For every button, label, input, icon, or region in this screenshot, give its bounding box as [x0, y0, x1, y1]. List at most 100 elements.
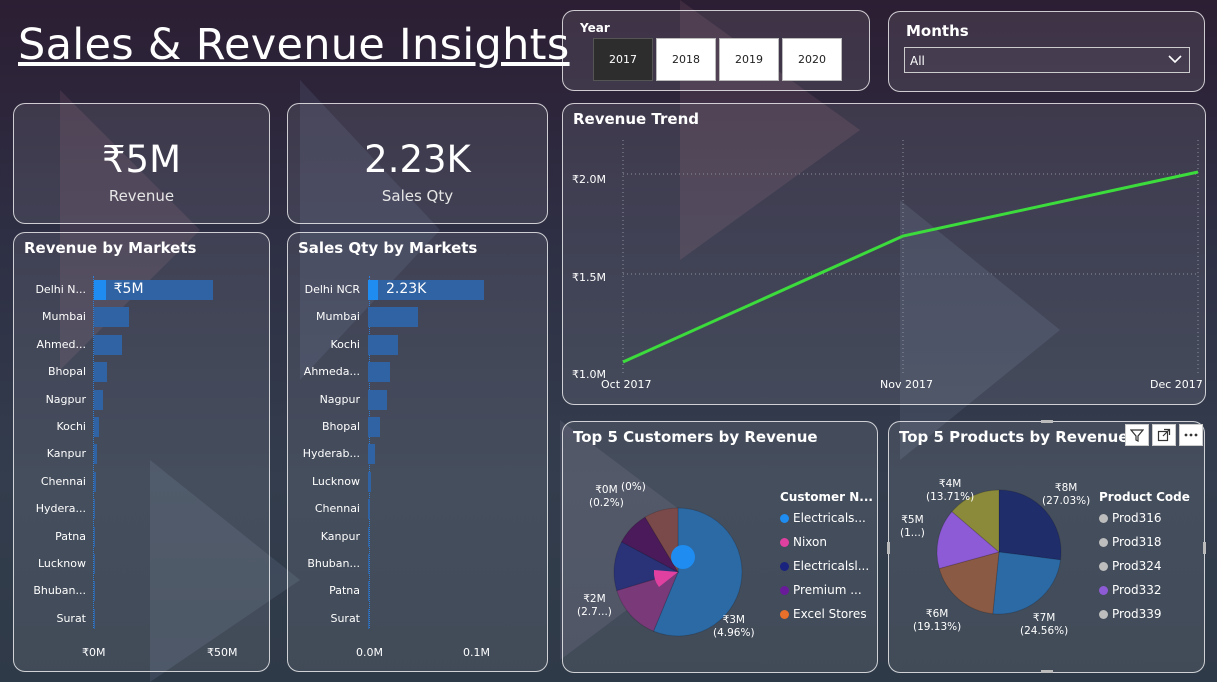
customer-legend-dot-electricals: [780, 513, 789, 523]
sales-qty-market-label: Lucknow: [311, 474, 360, 488]
filter-icon[interactable]: [1125, 424, 1149, 446]
product-pie-label-7m-value: ₹7M: [1032, 612, 1056, 624]
revenue-by-markets-card: Revenue by Markets ₹0M ₹50M Delhi N... ₹5…: [13, 232, 270, 672]
product-pie-label-8m-pct: (27.03%): [1042, 495, 1091, 507]
resize-handle-right[interactable]: [1203, 542, 1206, 554]
sales-qty-bar[interactable]: [368, 581, 369, 602]
sales-qty-bar[interactable]: [368, 334, 399, 355]
sales-qty-bar[interactable]: [368, 471, 372, 492]
focus-mode-icon[interactable]: [1152, 424, 1176, 446]
months-dropdown-value: All: [910, 54, 925, 68]
customer-legend-label-excel-stores: Excel Stores: [793, 607, 867, 621]
product-pie-label-7m: ₹7M (24.56%): [1020, 612, 1068, 638]
revenue-market-label: Bhuban...: [33, 584, 86, 598]
months-dropdown[interactable]: All: [904, 47, 1190, 73]
product-legend-item-prod318[interactable]: Prod318: [1099, 535, 1162, 549]
product-pie-label-4m: ₹4M (13.71%): [926, 478, 974, 504]
sales-qty-bar[interactable]: [368, 417, 380, 437]
product-legend-dot-prod318: [1099, 537, 1108, 547]
product-legend-label-prod318: Prod318: [1112, 535, 1162, 549]
product-legend-item-prod332[interactable]: Prod332: [1099, 583, 1162, 597]
revenue-bar[interactable]: [94, 362, 107, 383]
product-legend-title: Product Code: [1099, 490, 1190, 504]
product-pie-label-8m-value: ₹8M: [1054, 482, 1078, 494]
revenue-market-label: Patna: [55, 529, 86, 543]
sales-qty-market-label: Chennai: [314, 502, 360, 516]
sales-qty-bar[interactable]: [368, 608, 369, 629]
customer-legend-item-nixon[interactable]: Nixon: [780, 535, 827, 549]
resize-handle-bottom[interactable]: [1041, 670, 1053, 673]
customer-legend-item-excel-stores[interactable]: Excel Stores: [780, 607, 867, 621]
revenue-bar[interactable]: [94, 389, 104, 410]
revenue-bar[interactable]: [94, 307, 129, 328]
year-filter: Year 2017 2018 2019 2020: [562, 10, 870, 91]
revenue-bar[interactable]: [94, 526, 95, 547]
revenue-bar[interactable]: [94, 471, 97, 492]
customer-pie-label-0pct: (0%): [621, 481, 646, 493]
customer-pie-label-0m-value: ₹0M: [595, 484, 618, 496]
product-pie-label-5m-value: ₹5M: [901, 514, 924, 526]
revenue-bar-highlight[interactable]: [94, 280, 106, 300]
revenue-market-label: Delhi N...: [35, 283, 86, 296]
revenue-bar[interactable]: [94, 334, 122, 355]
sales-qty-bar-highlight[interactable]: [368, 280, 378, 300]
revenue-bar[interactable]: [94, 280, 213, 300]
revenue-market-label: Nagpur: [45, 392, 86, 406]
sales-qty-bar[interactable]: [368, 526, 370, 547]
revenue-bar[interactable]: [94, 444, 98, 465]
revenue-bar[interactable]: [94, 417, 99, 437]
revenue-market-label: Hydera...: [35, 502, 86, 516]
revenue-bar[interactable]: [94, 608, 95, 629]
sales-qty-bar[interactable]: [368, 499, 371, 520]
top-customers-card: Top 5 Customers by Revenue ₹0M (0.2%) (0%…: [562, 421, 878, 673]
product-slice[interactable]: [992, 551, 1062, 615]
revenue-trend-plot: [622, 140, 1199, 374]
sales-qty-market-label: Bhopal: [321, 420, 360, 433]
year-option-2019[interactable]: 2019: [719, 38, 779, 81]
customer-pie-label-0m-pct: (0.2%): [589, 497, 624, 509]
resize-handle-top[interactable]: [1041, 420, 1053, 423]
product-legend-item-prod339[interactable]: Prod339: [1099, 607, 1162, 621]
customer-inner-slice: [671, 545, 695, 569]
sales-qty-kpi-card: 2.23K Sales Qty: [287, 103, 548, 224]
revenue-bar[interactable]: [94, 554, 95, 574]
customer-legend-title: Customer N...: [780, 490, 873, 504]
trend-y-tick-1-5m: ₹1.5M: [572, 271, 606, 284]
months-filter: Months All: [888, 11, 1205, 92]
revenue-x-tick-0: ₹0M: [82, 646, 106, 659]
customer-pie-label-2m-pct: (2.7...): [577, 606, 612, 618]
year-option-2017[interactable]: 2017: [593, 38, 653, 81]
sales-qty-bar[interactable]: [368, 307, 419, 328]
trend-x-tick-oct: Oct 2017: [601, 378, 652, 391]
revenue-bar[interactable]: [94, 581, 95, 602]
months-filter-label: Months: [906, 22, 969, 40]
more-options-icon[interactable]: [1179, 424, 1203, 446]
revenue-kpi-card: ₹5M Revenue: [13, 103, 270, 224]
product-pie-label-5m: ₹5M (1...): [900, 514, 925, 540]
sales-qty-bar[interactable]: [368, 389, 387, 410]
customer-pie-label-3m-value: ₹3M: [722, 614, 745, 626]
resize-handle-left[interactable]: [887, 542, 890, 554]
sales-qty-bar[interactable]: [368, 362, 391, 383]
sales-qty-by-markets-title: Sales Qty by Markets: [298, 239, 478, 257]
year-option-2018[interactable]: 2018: [656, 38, 716, 81]
product-pie-label-5m-pct: (1...): [900, 527, 925, 539]
revenue-kpi-label: Revenue: [108, 187, 175, 205]
customer-legend-item-premium[interactable]: Premium ...: [780, 583, 862, 597]
sales-qty-market-label: Hyderab...: [302, 447, 360, 461]
revenue-kpi-value: ₹5M: [101, 138, 181, 181]
year-option-2020[interactable]: 2020: [782, 38, 842, 81]
product-legend-dot-prod316: [1099, 513, 1108, 523]
revenue-market-label: Kochi: [56, 420, 86, 433]
revenue-bar[interactable]: [94, 499, 96, 520]
customer-legend-item-electricals[interactable]: Electricals...: [780, 511, 866, 525]
sales-qty-bar[interactable]: [368, 554, 369, 574]
sales-qty-x-tick-0: 0.0M: [356, 646, 383, 659]
customer-legend-item-electricalsl[interactable]: Electricalsl...: [780, 559, 869, 573]
product-pie-label-7m-pct: (24.56%): [1020, 625, 1069, 637]
product-legend-item-prod316[interactable]: Prod316: [1099, 511, 1162, 525]
product-legend-item-prod324[interactable]: Prod324: [1099, 559, 1162, 573]
sales-qty-bar[interactable]: [368, 444, 375, 465]
customer-legend-dot-nixon: [780, 537, 789, 547]
trend-y-tick-2m: ₹2.0M: [572, 173, 606, 186]
